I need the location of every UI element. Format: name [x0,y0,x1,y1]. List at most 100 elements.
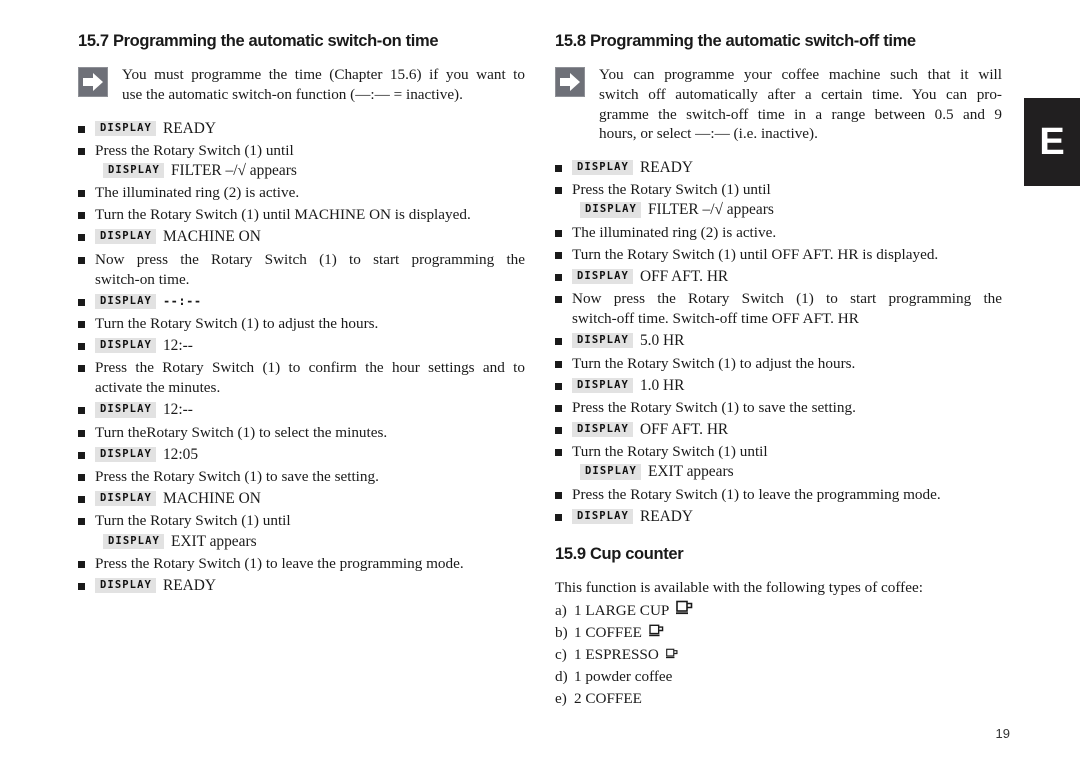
step-item: The illuminated ring (2) is active. [78,183,525,203]
display-badge: DISPLAY [95,446,156,462]
step-item: DISPLAY MACHINE ON [78,489,525,509]
display-badge: DISPLAY [580,202,641,218]
cup-counter-item: a) 1 LARGE CUP [555,600,1002,622]
step-display-row: DISPLAY MACHINE ON [95,227,525,247]
step-item: Press the Rotary Switch (1) to leave the… [78,554,525,574]
display-value: MACHINE ON [162,490,261,508]
step-display-row: DISPLAY EXIT appears [95,532,525,552]
cup-item-label: 1 COFFEE [574,624,642,642]
step-display-row: DISPLAY --:-- [95,292,525,312]
step-text: Turn the Rotary Switch (1) until [572,443,768,461]
step-item: Turn the Rotary Switch (1) until DISPLAY E… [78,511,525,551]
cup-counter-item: c) 1 ESPRESSO [555,644,1002,666]
step-text-line2: activate the minutes. [95,379,221,397]
step-text: Press the Rotary Switch (1) to leave the… [572,485,941,503]
manual-page: E 15.7 Programming the automatic switch-… [0,0,1080,760]
right-column: 15.8 Programming the automatic switch-of… [555,32,1002,710]
cup-item-marker: b) [555,624,568,642]
step-display-row: DISPLAY 1.0 HR [572,376,1002,396]
step-item: Press the Rotary Switch (1) to save the … [78,467,525,487]
display-badge: DISPLAY [572,160,633,176]
note-block-switch-on: You must programme the time (Chapter 15.… [78,65,525,105]
display-value: 5.0 HR [639,332,685,350]
step-text: The illuminated ring (2) is active. [95,184,300,202]
step-display-row: DISPLAY FILTER –/√ appears [95,161,525,181]
note-line-1: You must programme the time (Chapter 15.… [122,66,525,83]
step-item: DISPLAY READY [78,576,525,596]
arrow-right-icon [78,67,108,97]
step-display-row: DISPLAY READY [95,119,525,139]
display-value: READY [639,507,693,525]
display-badge: DISPLAY [580,464,641,480]
step-text: Press the Rotary Switch (1) until [572,181,771,199]
section-heading-15-8: 15.8 Programming the automatic switch-of… [555,32,916,50]
step-item: Press the Rotary Switch (1) to leave the… [555,485,1002,505]
step-item: The illuminated ring (2) is active. [555,223,1002,243]
step-item: DISPLAY 5.0 HR [555,331,1002,351]
display-value: FILTER –/√ appears [170,161,297,179]
display-badge: DISPLAY [572,508,633,524]
note-line-2: switch off automatically after a certain… [599,85,1002,103]
step-display-row: DISPLAY READY [95,576,525,596]
step-list-switch-off: DISPLAY READY Press the Rotary Switch (1) … [555,158,1002,527]
display-value: 12:05 [162,445,199,463]
display-badge: DISPLAY [572,268,633,284]
left-column: 15.7 Programming the automatic switch-on… [78,32,525,598]
step-item: Press the Rotary Switch (1) until DISPLAY… [78,141,525,181]
display-badge: DISPLAY [95,120,156,136]
display-value: 1.0 HR [639,376,685,394]
coffee-cup-icon [649,624,664,637]
display-value: OFF AFT. HR [639,421,729,439]
note-line-4: hours, or select —:— (i.e. inactive). [599,125,818,143]
step-display-row: DISPLAY READY [572,507,1002,527]
cup-counter-item: e) 2 COFFEE [555,688,1002,710]
display-badge: DISPLAY [572,333,633,349]
step-item: DISPLAY 12:-- [78,336,525,356]
cup-counter-item: b) 1 COFFEE [555,622,1002,644]
step-item: DISPLAY 1.0 HR [555,376,1002,396]
display-value: MACHINE ON [162,228,261,246]
step-item: Turn the Rotary Switch (1) until MACHINE… [78,205,525,225]
step-text: The illuminated ring (2) is active. [572,223,777,241]
display-badge: DISPLAY [572,377,633,393]
step-item: Press the Rotary Switch (1) until DISPLAY… [555,180,1002,220]
step-display-row: DISPLAY OFF AFT. HR [572,420,1002,440]
display-badge: DISPLAY [95,402,156,418]
note-block-switch-off: You can programme your coffee machine su… [555,65,1002,144]
step-item: Turn the Rotary Switch (1) to adjust the… [78,314,525,334]
step-text-line2: switch-on time. [95,270,190,288]
step-item: Press the Rotary Switch (1) to confirm t… [78,358,525,398]
display-value: FILTER –/√ appears [647,201,774,219]
step-item: DISPLAY READY [555,158,1002,178]
step-text-line1: Now press the Rotary Switch (1) to start… [95,250,525,268]
cup-item-label: 1 powder coffee [574,668,673,686]
step-item: DISPLAY READY [78,119,525,139]
display-badge: DISPLAY [103,533,164,549]
step-item: Now press the Rotary Switch (1) to start… [78,250,525,290]
step-display-row: DISPLAY FILTER –/√ appears [572,200,1002,220]
cup-item-marker: d) [555,668,568,686]
note-text-switch-on: You must programme the time (Chapter 15.… [122,65,525,105]
note-line-2: use the automatic switch-on function (—:… [122,85,463,103]
step-text: Turn the Rotary Switch (1) to adjust the… [572,354,856,372]
step-item: DISPLAY OFF AFT. HR [555,420,1002,440]
note-line-1: You can programme your coffee machine su… [599,66,1002,83]
step-text: Press the Rotary Switch (1) to save the … [95,468,379,486]
cup-counter-item: d) 1 powder coffee [555,666,1002,688]
step-item: Now press the Rotary Switch (1) to start… [555,289,1002,329]
cup-item-label: 2 COFFEE [574,690,642,708]
cup-counter-list: a) 1 LARGE CUP b) 1 COFFEE c) 1 ESPRESSO d) 1 p… [555,600,1002,710]
step-list-switch-on: DISPLAY READY Press the Rotary Switch (1) … [78,119,525,597]
display-badge: DISPLAY [103,162,164,179]
step-display-row: DISPLAY READY [572,158,1002,178]
step-text: Turn the Rotary Switch (1) until [95,512,291,530]
step-text-line1: Press the Rotary Switch (1) to confirm t… [95,359,525,377]
step-text-line1: Now press the Rotary Switch (1) to start… [572,290,1002,308]
step-item: DISPLAY 12:-- [78,400,525,420]
note-line-3: gramme the switch-off time in a range be… [599,105,1002,123]
step-item: Turn the Rotary Switch (1) to adjust the… [555,354,1002,374]
side-tab-letter: E [1039,121,1065,163]
display-value: OFF AFT. HR [639,267,729,285]
cup-item-label: 1 ESPRESSO [574,646,659,664]
step-text-line2: switch-off time. Switch-off time OFF AFT… [572,310,859,328]
